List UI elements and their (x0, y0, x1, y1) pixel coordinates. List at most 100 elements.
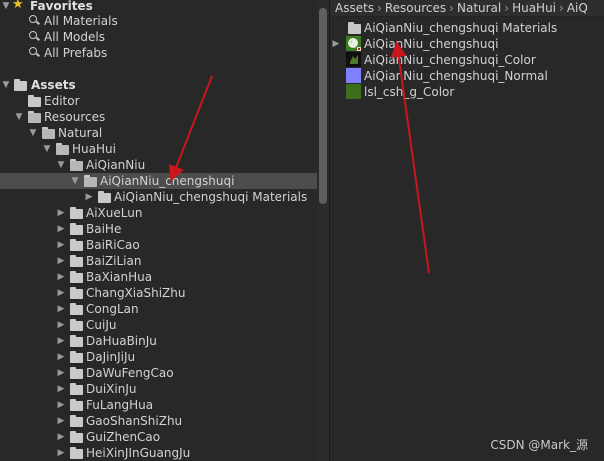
tree-folder-row[interactable]: ▶ DaHuaBinJu (0, 333, 317, 349)
tree-folder-row[interactable]: ▶ ChangXiaShiZhu (0, 285, 317, 301)
project-content-panel: Assets › Resources › Natural › HuaHui › AiQ AiQi… (330, 0, 604, 461)
breadcrumb-item[interactable]: Assets (335, 0, 374, 16)
folder-label: AiQianNiu_chengshuqi Materials (114, 190, 308, 204)
folder-label: Resources (44, 110, 106, 124)
expand-arrow-icon[interactable]: ▼ (28, 125, 38, 141)
breadcrumb: Assets › Resources › Natural › HuaHui › AiQ (330, 0, 604, 17)
texture-thumbnail-icon (346, 52, 361, 67)
asset-label: AiQianNiu_chengshuqi Materials (364, 21, 558, 35)
favorite-item[interactable]: All Prefabs (0, 45, 317, 61)
folder-icon (70, 399, 83, 411)
folder-icon (70, 319, 83, 331)
collapsed-arrow-icon[interactable]: ▶ (56, 253, 66, 269)
search-icon (29, 15, 39, 25)
tree-folder-row[interactable]: ▶ CuiJu (0, 317, 317, 333)
folder-label: Natural (58, 126, 103, 140)
asset-label: AiQianNiu_chengshuqi_Color (364, 53, 536, 67)
asset-item[interactable]: lsl_csh_g_Color (330, 84, 604, 100)
favorite-item[interactable]: All Materials (0, 13, 317, 29)
folder-label: AiQianNiu (86, 158, 146, 172)
folder-icon (28, 95, 41, 107)
chevron-right-icon: › (449, 1, 454, 15)
collapsed-arrow-icon[interactable]: ▶ (56, 269, 66, 285)
collapsed-arrow-icon[interactable]: ▶ (56, 413, 66, 429)
tree-folder-row[interactable]: ▼ AiQianNiu (0, 157, 317, 173)
folder-label: BaiRiCao (86, 238, 140, 252)
favorites-row[interactable]: ▼ ★ Favorites (0, 0, 317, 14)
tree-folder-row[interactable]: ▶ AiXueLun (0, 205, 317, 221)
asset-item[interactable]: ▶ AiQianNiu_chengshuqi (330, 36, 604, 52)
search-icon (29, 31, 39, 41)
tree-folder-row[interactable]: ▼ Resources (0, 109, 317, 125)
tree-folder-row[interactable]: ▶ HeiXinJInGuangJu (0, 445, 317, 461)
tree-folder-row-selected[interactable]: ▼ AiQianNiu_chengshuqi (0, 173, 317, 189)
tree-folder-row[interactable]: ▶ DuiXinJu (0, 381, 317, 397)
scrollbar-thumb[interactable] (319, 8, 327, 204)
collapsed-arrow-icon[interactable]: ▶ (84, 189, 94, 205)
expand-arrow-icon[interactable]: ▼ (1, 77, 11, 93)
collapsed-arrow-icon[interactable]: ▶ (56, 237, 66, 253)
breadcrumb-item[interactable]: Natural (457, 0, 501, 16)
tree-folder-row[interactable]: Editor (0, 93, 317, 109)
collapsed-arrow-icon[interactable]: ▶ (56, 285, 66, 301)
folder-label: BaXianHua (86, 270, 153, 284)
tree-folder-row[interactable]: ▶ CongLan (0, 301, 317, 317)
search-icon (29, 47, 39, 57)
watermark: CSDN @Mark_源 (490, 438, 588, 452)
asset-item[interactable]: AiQianNiu_chengshuqi_Color (330, 52, 604, 68)
tree-folder-row[interactable]: ▶ DaJinJiJu (0, 349, 317, 365)
tree-folder-row[interactable]: ▶ BaiZiLian (0, 253, 317, 269)
collapsed-arrow-icon[interactable]: ▶ (331, 36, 341, 52)
tree-folder-row[interactable]: ▶ GaoShanShiZhu (0, 413, 317, 429)
project-tree-panel: ▼ ★ Favorites All Materials All Models A… (0, 0, 317, 461)
asset-item[interactable]: AiQianNiu_chengshuqi_Normal (330, 68, 604, 84)
expand-arrow-icon[interactable]: ▼ (42, 141, 52, 157)
assets-row[interactable]: ▼ Assets (0, 77, 317, 93)
collapsed-arrow-icon[interactable]: ▶ (56, 317, 66, 333)
folder-icon (70, 303, 83, 315)
collapsed-arrow-icon[interactable]: ▶ (56, 365, 66, 381)
expand-arrow-icon[interactable]: ▼ (14, 109, 24, 125)
collapsed-arrow-icon[interactable]: ▶ (56, 221, 66, 237)
expand-arrow-icon[interactable]: ▼ (70, 173, 80, 189)
folder-icon (14, 79, 27, 91)
folder-label: AiQianNiu_chengshuqi (100, 174, 235, 188)
tree-folder-row[interactable]: ▶ FuLangHua (0, 397, 317, 413)
folder-icon (70, 239, 83, 251)
tree-folder-row[interactable]: ▼ HuaHui (0, 141, 317, 157)
folder-label: HeiXinJInGuangJu (86, 446, 191, 460)
folder-label: FuLangHua (86, 398, 154, 412)
collapsed-arrow-icon[interactable]: ▶ (56, 333, 66, 349)
star-icon: ★ (12, 0, 24, 12)
collapsed-arrow-icon[interactable]: ▶ (56, 301, 66, 317)
collapsed-arrow-icon[interactable]: ▶ (56, 445, 66, 461)
tree-folder-row[interactable]: ▶ BaiHe (0, 221, 317, 237)
collapsed-arrow-icon[interactable]: ▶ (56, 349, 66, 365)
tree-folder-row[interactable]: ▼ Natural (0, 125, 317, 141)
expand-arrow-icon[interactable]: ▼ (56, 157, 66, 173)
tree-folder-row[interactable]: ▶ AiQianNiu_chengshuqi Materials (0, 189, 317, 205)
tree-folder-row[interactable]: ▶ BaiRiCao (0, 237, 317, 253)
tree-folder-row[interactable]: ▶ DaWuFengCao (0, 365, 317, 381)
favorite-label: All Models (44, 30, 105, 44)
asset-item[interactable]: AiQianNiu_chengshuqi Materials (330, 20, 604, 36)
collapsed-arrow-icon[interactable]: ▶ (56, 381, 66, 397)
folder-label: DuiXinJu (86, 382, 137, 396)
collapsed-arrow-icon[interactable]: ▶ (56, 205, 66, 221)
vertical-scrollbar[interactable] (317, 0, 329, 461)
asset-label: AiQianNiu_chengshuqi (364, 37, 499, 51)
breadcrumb-item[interactable]: Resources (385, 0, 446, 16)
collapsed-arrow-icon[interactable]: ▶ (56, 397, 66, 413)
collapsed-arrow-icon[interactable]: ▶ (56, 429, 66, 445)
favorite-item[interactable]: All Models (0, 29, 317, 45)
folder-icon (70, 335, 83, 347)
open-folder-icon (42, 127, 55, 139)
folder-icon (70, 271, 83, 283)
tree-folder-row[interactable]: ▶ GuiZhenCao (0, 429, 317, 445)
assets-label: Assets (31, 78, 76, 92)
breadcrumb-item[interactable]: AiQ (567, 0, 588, 16)
open-folder-icon (28, 111, 41, 123)
breadcrumb-item[interactable]: HuaHui (512, 0, 556, 16)
tree-folder-row[interactable]: ▶ BaXianHua (0, 269, 317, 285)
expand-arrow-icon[interactable]: ▼ (1, 0, 11, 14)
